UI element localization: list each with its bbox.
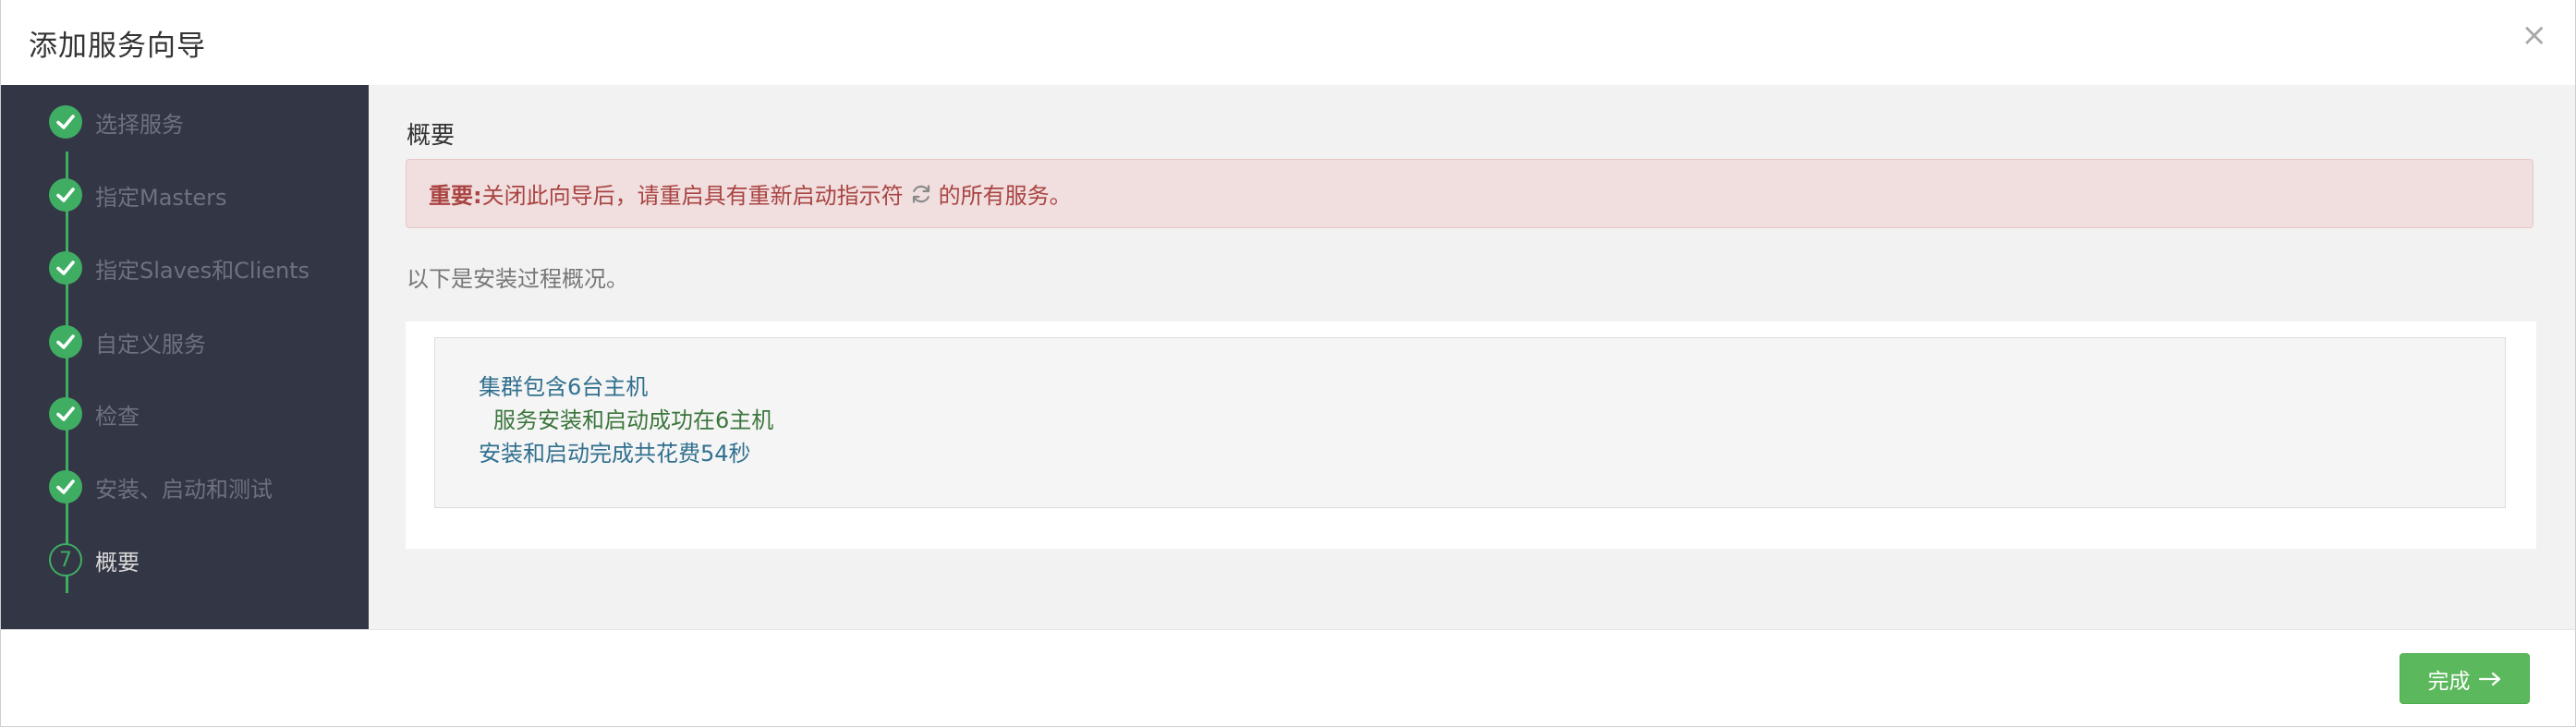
summary-line-duration: 安装和启动完成共花费54秒 xyxy=(479,441,751,467)
wizard-step-label: 安装、启动和测试 xyxy=(95,476,273,503)
wizard-step-label: 概要 xyxy=(95,549,140,576)
alert-text: 关闭此向导后，请重启具有重新启动指示符 xyxy=(481,183,904,209)
wizard-step-summary[interactable]: 7 概要 xyxy=(49,541,140,578)
wizard-step-label: 选择服务 xyxy=(95,111,184,138)
alert-strong-label: 重要: xyxy=(429,183,482,209)
wizard-step-label: 自定义服务 xyxy=(95,331,206,358)
arrow-right-icon xyxy=(2478,667,2502,691)
wizard-step-label: 检查 xyxy=(95,403,140,430)
check-icon xyxy=(49,325,82,358)
modal-title: 添加服务向导 xyxy=(29,30,206,63)
done-button-label: 完成 xyxy=(2427,669,2471,694)
wizard-step-install-start-test[interactable]: 安装、启动和测试 xyxy=(49,468,273,505)
wizard-step-review[interactable]: 检查 xyxy=(49,395,140,432)
done-button[interactable]: 完成 xyxy=(2400,653,2530,704)
step-number-badge: 7 xyxy=(49,543,82,576)
check-icon xyxy=(49,251,82,285)
modal-header: 添加服务向导 × xyxy=(1,0,2575,86)
alert-text-after-icon: 的所有服务。 xyxy=(938,183,1072,209)
restart-alert: 重要: 关闭此向导后，请重启具有重新启动指示符 的所有服务。 xyxy=(406,159,2533,228)
check-icon xyxy=(49,397,82,431)
check-icon xyxy=(49,470,82,504)
wizard-step-assign-masters[interactable]: 指定Masters xyxy=(49,176,226,213)
wizard-step-label: 指定Slaves和Clients xyxy=(95,257,310,284)
wizard-content: 概要 重要: 关闭此向导后，请重启具有重新启动指示符 的所有服务。 以下是安装过… xyxy=(369,85,2575,629)
page-title: 概要 xyxy=(407,122,456,150)
wizard-step-assign-slaves-clients[interactable]: 指定Slaves和Clients xyxy=(49,249,310,286)
add-service-wizard-modal: 添加服务向导 × 选择服务 指定Masters 指定Slaves和Clients… xyxy=(0,0,2576,727)
check-icon xyxy=(49,178,82,212)
wizard-step-label: 指定Masters xyxy=(95,184,227,211)
refresh-icon xyxy=(909,182,933,206)
wizard-step-customize-services[interactable]: 自定义服务 xyxy=(49,323,206,360)
wizard-steps-sidebar: 选择服务 指定Masters 指定Slaves和Clients 自定义服务 检查… xyxy=(1,85,369,629)
modal-body: 选择服务 指定Masters 指定Slaves和Clients 自定义服务 检查… xyxy=(1,85,2575,629)
summary-panel: 集群包含6台主机 服务安装和启动成功在6主机 安装和启动完成共花费54秒 xyxy=(406,322,2536,549)
wizard-progress-line xyxy=(66,152,68,593)
summary-well: 集群包含6台主机 服务安装和启动成功在6主机 安装和启动完成共花费54秒 xyxy=(434,337,2506,508)
summary-line-host-count: 集群包含6台主机 xyxy=(479,374,649,400)
summary-line-install-success: 服务安装和启动成功在6主机 xyxy=(493,407,774,433)
check-icon xyxy=(49,105,82,139)
modal-footer: 完成 xyxy=(1,629,2575,726)
overview-description: 以下是安装过程概况。 xyxy=(407,266,628,292)
wizard-step-select-services[interactable]: 选择服务 xyxy=(49,103,184,140)
close-icon[interactable]: × xyxy=(2521,17,2548,54)
